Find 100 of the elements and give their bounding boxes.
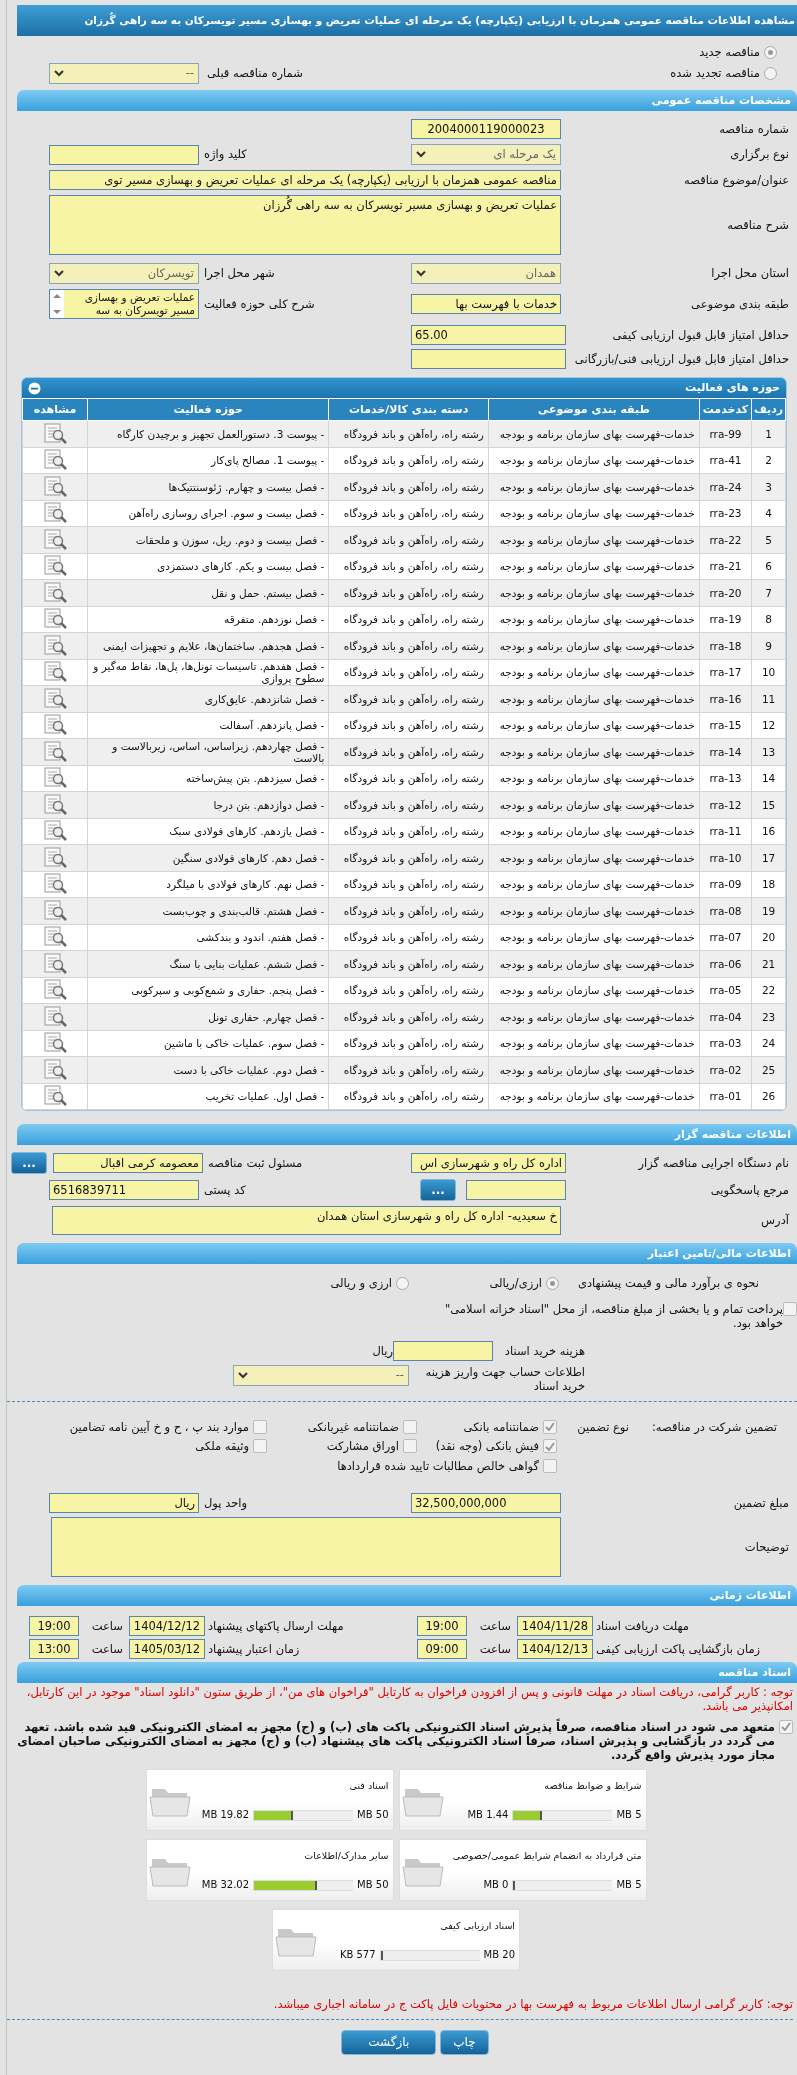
table-cell: 23: [751, 1003, 786, 1030]
table-cell: 1: [751, 420, 786, 447]
table-cell: رشته راه، راه‌آهن و باند فرودگاه: [328, 553, 489, 580]
file-title: اسناد فنی: [348, 1779, 389, 1792]
checkbox[interactable]: [253, 1439, 267, 1454]
column-header: کدخدمت: [699, 398, 752, 421]
table-cell: - فصل هجدهم. ساختمان‌ها، علایم و تجهیزات ایمنی: [87, 632, 329, 659]
text-field[interactable]: [466, 1180, 566, 1200]
table-cell: 6: [751, 553, 786, 580]
table-cell: rra-21: [699, 553, 752, 580]
field-label: نام دستگاه اجرایی مناقصه گزار: [637, 1155, 790, 1171]
table-cell: خدمات-فهرست بهای سازمان برنامه و بودجه: [488, 950, 700, 977]
checkbox[interactable]: [543, 1458, 557, 1473]
field-label: مهلت دریافت اسناد: [595, 1618, 690, 1634]
table-cell: خدمات-فهرست بهای سازمان برنامه و بودجه: [488, 765, 700, 792]
text-field[interactable]: [411, 349, 566, 369]
dropdown[interactable]: یک مرحله ای: [411, 144, 561, 165]
dropdown[interactable]: تویسرکان: [49, 263, 199, 284]
used-size: 32.02 MB: [201, 1879, 250, 1892]
text-area[interactable]: خ سعیدیه- اداره کل راه و شهرسازی استان همدان: [52, 1206, 561, 1235]
table-cell: 9: [751, 632, 786, 659]
field-label: شماره مناقصه قبلی: [207, 66, 303, 81]
chevron-icon: [416, 151, 426, 158]
dropdown[interactable]: --: [49, 63, 199, 84]
table-cell: خدمات-فهرست بهای سازمان برنامه و بودجه: [488, 977, 700, 1004]
field-label: زمان اعتبار پیشنهاد: [207, 1641, 301, 1657]
text-area[interactable]: [51, 1516, 561, 1577]
text-field[interactable]: مناقصه عمومی همزمان با ارزیابی (یکپارچه) یک مرحله ای عملیات تعریض و بهسازی مسیر توی: [49, 170, 561, 190]
table-cell: - فصل پانزدهم. آسفالت: [87, 712, 329, 739]
field-label: اطلاعات حساب جهت واریز هزینه خرید اسناد: [424, 1364, 585, 1393]
field-label: شماره مناقصه: [718, 121, 790, 137]
table-cell: رشته راه، راه‌آهن و باند فرودگاه: [328, 500, 489, 527]
table-cell: رشته راه، راه‌آهن و باند فرودگاه: [328, 447, 489, 474]
table-cell: - فصل پنجم. حفاری و شمع‌کوبی و سپرکوبی: [87, 977, 329, 1004]
time-field[interactable]: 19:00: [29, 1615, 79, 1636]
radio-button[interactable]: [396, 1276, 409, 1290]
file-title: متن قرارداد به انضمام شرایط عمومی/خصوصی: [451, 1849, 642, 1862]
date-field[interactable]: 1404/11/28: [517, 1615, 593, 1636]
table-cell: خدمات-فهرست بهای سازمان برنامه و بودجه: [488, 1030, 700, 1057]
date-field[interactable]: 1404/12/13: [517, 1638, 593, 1659]
print-button[interactable]: چاپ: [440, 2030, 489, 2056]
date-field[interactable]: 1405/03/12: [129, 1638, 205, 1659]
text-field[interactable]: 65.00: [411, 325, 566, 345]
dropdown[interactable]: همدان: [411, 263, 561, 284]
max-size: 5 MB: [616, 1879, 642, 1892]
table-cell: رشته راه، راه‌آهن و باند فرودگاه: [328, 738, 489, 765]
collapse-icon[interactable]: [28, 381, 41, 395]
scroll-text-field[interactable]: عملیات تعریض و بهسازی مسیر تویسرکان به سه: [49, 289, 199, 319]
table-cell: رشته راه، راه‌آهن و باند فرودگاه: [328, 897, 489, 924]
checkbox[interactable]: [543, 1419, 557, 1434]
scrollbar-icon: [50, 290, 64, 318]
text-field[interactable]: ریال: [49, 1492, 199, 1513]
text-field[interactable]: [393, 1340, 493, 1361]
checkbox[interactable]: [783, 1302, 797, 1316]
text-field[interactable]: 6516839711: [49, 1180, 199, 1200]
text-field[interactable]: معصومه کرمی اقبال: [53, 1153, 203, 1173]
radio-button[interactable]: [764, 46, 777, 59]
text-field[interactable]: 32,500,000,000: [411, 1492, 561, 1513]
checkbox[interactable]: [403, 1439, 417, 1454]
table-cell: - فصل نوزدهم. متفرقه: [87, 606, 329, 633]
text-field[interactable]: اداره کل راه و شهرسازی اس: [411, 1153, 566, 1173]
table-cell: rra-04: [699, 1003, 752, 1030]
checkbox[interactable]: [253, 1419, 267, 1434]
table-cell: rra-19: [699, 606, 752, 633]
file-title: اسناد ارزیابی کیفی: [439, 1919, 515, 1932]
checkbox[interactable]: [779, 1719, 793, 1734]
page-title: مشاهده اطلاعات مناقصه عمومی همزمان با ارزیابی (یکپارچه) یک مرحله ای عملیات تعریض و بهسازی مسیر تویسرکان به سه راهی گُرزان: [17, 5, 797, 36]
time-field[interactable]: 09:00: [417, 1638, 467, 1659]
section-header: اطلاعات مناقصه گزار: [17, 1124, 797, 1145]
radio-label: ارزی و ریالی: [330, 1275, 392, 1291]
table-cell: - فصل چهاردهم. زیراساس، اساس، زیربالاست و بالاست: [87, 738, 329, 765]
field-label: مهلت ارسال پاکتهای پیشنهاد: [207, 1618, 345, 1634]
text-field[interactable]: 2004000119000023: [411, 119, 561, 139]
date-field[interactable]: 1404/12/12: [129, 1615, 205, 1636]
table-cell: rra-12: [699, 791, 752, 818]
text-field[interactable]: [49, 144, 199, 165]
table-cell: خدمات-فهرست بهای سازمان برنامه و بودجه: [488, 473, 700, 500]
table-cell: خدمات-فهرست بهای سازمان برنامه و بودجه: [488, 659, 700, 686]
radio-button[interactable]: [546, 1276, 559, 1290]
text-value: عملیات تعریض و بهسازی مسیر تویسرکان به سه: [83, 290, 196, 318]
time-field[interactable]: 19:00: [417, 1615, 467, 1636]
checkbox[interactable]: [403, 1419, 417, 1434]
commitment-text: متعهد می شود در اسناد مناقصه، صرفاً پذیرش اسناد الکترونیکی پاکت های (ب) و (ج) مجهز به امضای الکترونیکی قید شده باشد. تعهد می گردد در بازگشایی و پذیرش اسناد، صرفاً اسناد الکترونیکی پاکت های پیشنهاد (ب) و (ج) مجهز به امضای الکترونیکی صاحبان امضای مجاز مورد پذیرش واقع گردد.: [16, 1719, 775, 1763]
more-button[interactable]: ...: [420, 1179, 456, 1201]
table-cell: رشته راه، راه‌آهن و باند فرودگاه: [328, 632, 489, 659]
back-button[interactable]: بازگشت: [341, 2030, 437, 2056]
checkbox[interactable]: [543, 1439, 557, 1454]
notice-text: توجه: کاربر گرامی ارسال اطلاعات مربوط به فهرست بها در محتویات فایل پاکت ج در سامانه اجباری میباشد.: [272, 1996, 793, 2012]
table-cell: 19: [751, 897, 786, 924]
text-area[interactable]: عملیات تعریض و بهسازی مسیر تویسرکان به سه راهی گُرزان: [49, 195, 561, 255]
radio-button[interactable]: [764, 67, 777, 80]
time-field[interactable]: 13:00: [29, 1638, 79, 1659]
text-field[interactable]: خدمات با فهرست بها: [411, 294, 561, 314]
table-cell: 8: [751, 606, 786, 633]
table-cell: خدمات-فهرست بهای سازمان برنامه و بودجه: [488, 420, 700, 447]
table-cell: - فصل بیست و چهارم. ژئوسنتتیک‌ها: [87, 473, 329, 500]
table-cell: خدمات-فهرست بهای سازمان برنامه و بودجه: [488, 606, 700, 633]
dropdown[interactable]: --: [233, 1364, 409, 1386]
table-cell: رشته راه، راه‌آهن و باند فرودگاه: [328, 606, 489, 633]
more-button[interactable]: ...: [11, 1152, 47, 1174]
